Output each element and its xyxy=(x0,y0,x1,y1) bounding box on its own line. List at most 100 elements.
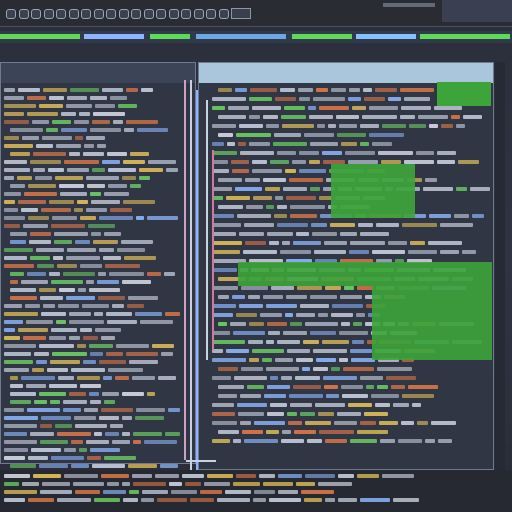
code-token xyxy=(299,169,326,173)
file-icon[interactable] xyxy=(31,9,41,19)
undo-icon[interactable] xyxy=(106,9,116,19)
tab-segment[interactable] xyxy=(420,34,510,39)
copy-icon[interactable] xyxy=(81,9,91,19)
code-token xyxy=(410,241,425,245)
tab-segment[interactable] xyxy=(356,34,416,39)
code-token xyxy=(47,368,68,372)
code-token xyxy=(51,280,83,284)
settings-icon[interactable] xyxy=(193,9,204,19)
code-token xyxy=(242,430,263,434)
code-token xyxy=(75,240,90,244)
code-token xyxy=(57,264,77,268)
tab-segment[interactable] xyxy=(84,34,144,39)
code-token xyxy=(4,304,22,308)
code-token xyxy=(80,328,92,332)
code-token xyxy=(41,312,66,316)
stop-icon[interactable] xyxy=(168,9,179,19)
toolbar xyxy=(0,0,512,27)
code-token xyxy=(270,160,289,164)
code-token xyxy=(349,88,360,92)
code-token xyxy=(218,367,238,371)
code-token xyxy=(46,128,58,132)
toolbar-mode-badge[interactable] xyxy=(231,8,251,19)
redo-icon[interactable] xyxy=(118,9,129,19)
folder-icon[interactable] xyxy=(43,9,54,19)
code-token xyxy=(316,88,328,92)
right-scrollbar[interactable] xyxy=(495,62,505,470)
diff-connector-line xyxy=(184,80,186,460)
code-token xyxy=(108,184,127,188)
code-token xyxy=(239,304,263,308)
code-token xyxy=(110,424,123,428)
tab-segment[interactable] xyxy=(292,34,352,39)
forward-icon[interactable] xyxy=(18,9,29,19)
code-token xyxy=(319,106,349,110)
code-token xyxy=(259,474,275,478)
code-token xyxy=(10,376,18,380)
code-token xyxy=(84,408,98,412)
code-token xyxy=(309,115,333,119)
code-token xyxy=(22,482,39,486)
code-token xyxy=(425,178,437,182)
tab-segment[interactable] xyxy=(0,34,80,39)
code-token xyxy=(357,474,379,478)
code-token xyxy=(356,313,365,317)
code-token xyxy=(437,160,455,164)
tab-segment[interactable] xyxy=(150,34,190,39)
code-token xyxy=(169,482,182,486)
code-token xyxy=(37,264,54,268)
code-token xyxy=(28,184,56,188)
code-token xyxy=(67,96,87,100)
code-token xyxy=(278,474,302,478)
code-token xyxy=(49,96,64,100)
code-token xyxy=(305,474,335,478)
code-token xyxy=(4,344,36,348)
code-token xyxy=(39,104,63,108)
code-token xyxy=(378,151,413,155)
code-token xyxy=(92,464,125,468)
build-icon[interactable] xyxy=(181,9,191,19)
code-token xyxy=(49,384,77,388)
code-token xyxy=(28,498,54,502)
code-token xyxy=(425,439,435,443)
code-token xyxy=(89,344,113,348)
window-icon[interactable] xyxy=(206,9,216,19)
paste-icon[interactable] xyxy=(93,9,104,19)
code-token xyxy=(64,448,76,452)
tab-segment[interactable] xyxy=(196,34,286,39)
code-token xyxy=(77,344,86,348)
code-token xyxy=(115,376,129,380)
code-token xyxy=(218,394,237,398)
code-token xyxy=(252,106,281,110)
code-token xyxy=(112,304,124,308)
code-token xyxy=(212,331,230,335)
code-token xyxy=(325,286,341,290)
code-token xyxy=(34,400,47,404)
code-token xyxy=(226,196,250,200)
window-controls[interactable] xyxy=(442,0,512,22)
code-token xyxy=(30,232,51,236)
cut-icon[interactable] xyxy=(68,9,79,19)
code-token xyxy=(99,416,119,420)
find-icon[interactable] xyxy=(131,9,141,19)
debug-icon[interactable] xyxy=(156,9,166,19)
code-token xyxy=(90,400,101,404)
save-icon[interactable] xyxy=(56,9,66,19)
code-token xyxy=(4,416,38,420)
toolbar-menu[interactable] xyxy=(383,3,435,7)
run-icon[interactable] xyxy=(143,9,154,19)
code-token xyxy=(218,178,242,182)
code-token xyxy=(237,403,267,407)
code-token xyxy=(266,430,279,434)
code-token xyxy=(299,97,310,101)
help-icon[interactable] xyxy=(218,9,229,19)
tab-strip[interactable] xyxy=(0,31,512,43)
code-token xyxy=(310,187,320,191)
output-panel[interactable] xyxy=(0,470,512,512)
back-icon[interactable] xyxy=(6,9,16,19)
code-token xyxy=(4,320,23,324)
code-token xyxy=(218,322,227,326)
code-token xyxy=(371,394,399,398)
code-token xyxy=(63,408,81,412)
code-token xyxy=(238,142,246,146)
